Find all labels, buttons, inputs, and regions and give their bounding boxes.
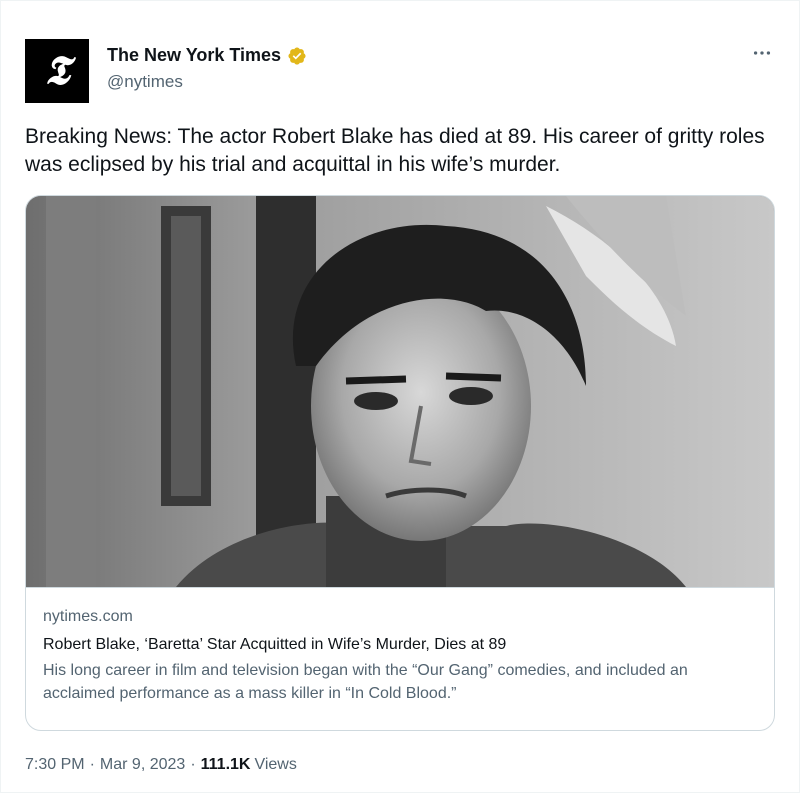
more-options-icon — [753, 51, 771, 55]
verified-badge-icon — [288, 46, 306, 65]
tweet-time[interactable]: 7:30 PM — [25, 756, 85, 774]
card-domain: nytimes.com — [43, 608, 133, 625]
separator: · — [190, 756, 196, 773]
avatar[interactable]: 𝕿 — [25, 39, 89, 103]
card-image[interactable] — [26, 196, 774, 587]
views-label: Views — [254, 756, 297, 773]
more-options-button[interactable] — [747, 41, 777, 65]
separator: · — [89, 756, 95, 773]
tweet-text: Breaking News: The actor Robert Blake ha… — [25, 125, 765, 176]
tweet-header: 𝕿 The New York Times @nytimes — [25, 39, 777, 103]
display-name[interactable]: The New York Times — [107, 45, 281, 66]
handle[interactable]: @nytimes — [107, 72, 183, 92]
tweet-meta: 7:30 PM · Mar 9, 2023 · 111.1K Views — [25, 756, 297, 774]
card-body[interactable]: nytimes.com Robert Blake, ‘Baretta’ Star… — [26, 587, 774, 730]
tweet: 𝕿 The New York Times @nytimes Breaking N… — [0, 0, 800, 793]
views-count[interactable]: 111.1K — [201, 756, 251, 774]
link-card[interactable]: nytimes.com Robert Blake, ‘Baretta’ Star… — [25, 195, 775, 731]
tweet-date[interactable]: Mar 9, 2023 — [100, 756, 185, 774]
card-description: His long career in film and television b… — [43, 662, 688, 702]
portrait-photo — [26, 196, 774, 587]
avatar-logo-icon: 𝕿 — [44, 47, 70, 94]
name-row: The New York Times — [107, 45, 307, 66]
card-title: Robert Blake, ‘Baretta’ Star Acquitted i… — [43, 636, 507, 653]
